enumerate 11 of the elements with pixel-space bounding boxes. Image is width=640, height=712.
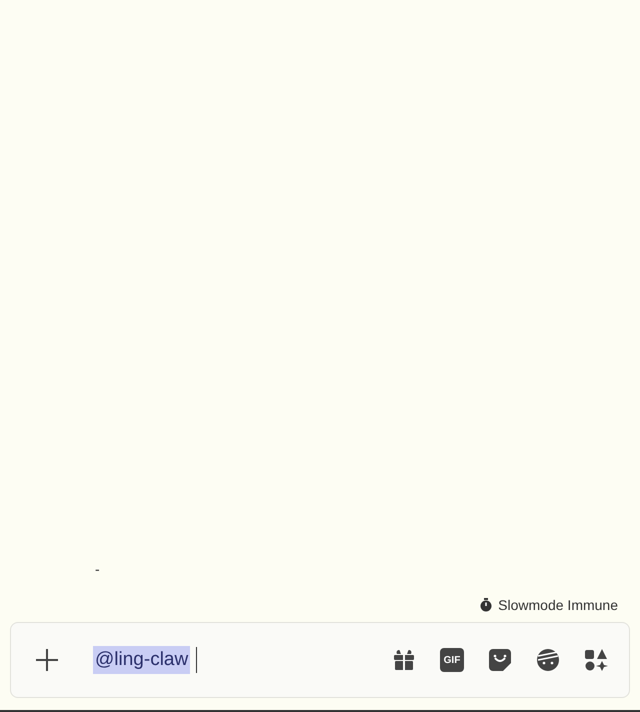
bandaged-face-icon <box>536 648 560 672</box>
message-input[interactable]: @ling-claw <box>93 644 389 676</box>
gift-icon <box>392 648 416 672</box>
gif-button[interactable]: GIF <box>437 645 467 675</box>
plus-icon <box>35 648 59 672</box>
dash-mark: - <box>95 561 100 577</box>
stopwatch-icon <box>479 598 494 612</box>
slowmode-label: Slowmode Immune <box>498 596 618 614</box>
message-text: @ling-claw <box>93 646 190 674</box>
sticker-icon <box>488 648 512 672</box>
shapes-icon <box>584 648 608 672</box>
